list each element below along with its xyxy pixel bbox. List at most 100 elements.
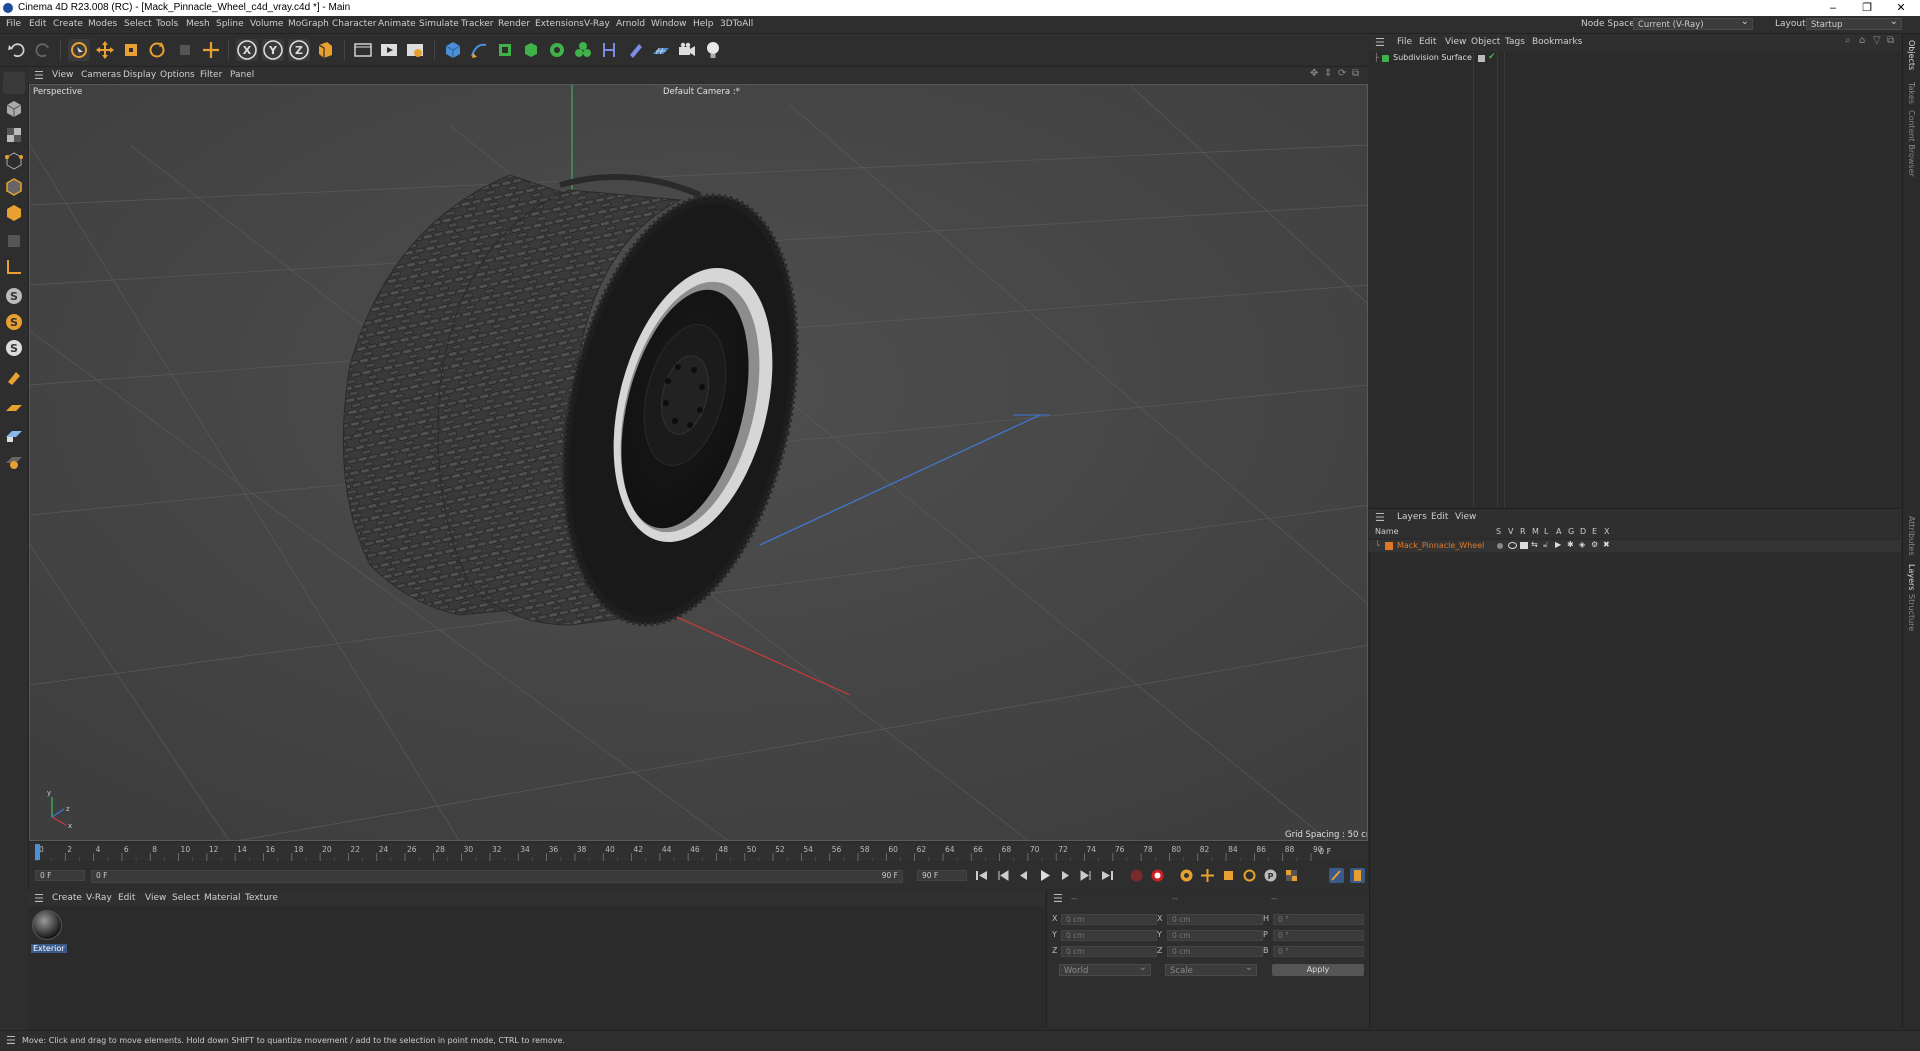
current-frame-field[interactable]: 0 F [1319, 847, 1331, 856]
axis-x-lock[interactable]: X [236, 39, 258, 61]
menu-select[interactable]: Select [124, 19, 152, 29]
layers-menu-layers[interactable]: Layers [1397, 512, 1427, 522]
axis-mode-icon[interactable] [3, 256, 25, 278]
tab-takes[interactable]: Takes [1907, 82, 1916, 104]
viewport-hamburger-icon[interactable]: ☰ [34, 69, 44, 82]
viewport-zoom-icon[interactable]: ⇕ [1324, 68, 1332, 79]
array-icon[interactable] [520, 39, 542, 61]
layers-hamburger-icon[interactable]: ☰ [1375, 511, 1385, 524]
material-menu-texture[interactable]: Texture [245, 893, 278, 903]
menu-tools[interactable]: Tools [156, 19, 178, 29]
frame-range-slider[interactable]: 0 F 90 F [91, 870, 903, 883]
polygons-mode-icon[interactable] [3, 202, 25, 224]
menu-character[interactable]: Character [332, 19, 376, 29]
start-frame-field[interactable]: 0 F [35, 870, 85, 881]
layer-generators-icon[interactable]: ✱ [1567, 540, 1574, 549]
redo-icon[interactable] [32, 39, 54, 61]
menu-extensions[interactable]: Extensions [535, 19, 584, 29]
viewport-menu-filter[interactable]: Filter [200, 70, 222, 80]
render-settings-icon[interactable] [404, 39, 426, 61]
cloner-icon[interactable] [572, 39, 594, 61]
material-swatch-exterior[interactable] [32, 910, 62, 940]
uv-mode-icon[interactable] [3, 230, 25, 252]
menu-tracker[interactable]: Tracker [461, 19, 493, 29]
size-mode-dropdown[interactable]: Scale [1165, 962, 1257, 976]
cube-primitive-icon[interactable] [442, 39, 464, 61]
key-scale-icon[interactable] [1221, 868, 1236, 883]
size-x-field[interactable]: 0 cm [1167, 914, 1263, 925]
autokey-icon[interactable] [1150, 868, 1165, 883]
viewport-menu-options[interactable]: Options [160, 70, 195, 80]
axis-y-lock[interactable]: Y [262, 39, 284, 61]
snap-settings-icon[interactable]: S [3, 311, 25, 333]
create-null-icon[interactable] [200, 39, 222, 61]
rot-b-field[interactable]: 0 ° [1273, 946, 1364, 957]
size-z-field[interactable]: 0 cm [1167, 946, 1263, 957]
viewport-rotate-icon[interactable]: ⟳ [1338, 68, 1346, 79]
rot-h-field[interactable]: 0 ° [1273, 914, 1364, 925]
tab-attributes[interactable]: Attributes [1907, 516, 1916, 556]
model-mode-icon[interactable] [3, 98, 25, 120]
light-object-icon[interactable] [702, 39, 724, 61]
rot-p-field[interactable]: 0 ° [1273, 930, 1364, 941]
material-menu-material[interactable]: Material [204, 893, 241, 903]
floor-object-icon[interactable] [650, 39, 672, 61]
object-home-icon[interactable]: ⌂ [1859, 35, 1865, 46]
object-menu-object[interactable]: Object [1471, 37, 1500, 47]
object-menu-view[interactable]: View [1445, 37, 1466, 47]
layer-deformers-icon[interactable]: ◈ [1579, 540, 1585, 549]
timeline-ruler[interactable]: 0 2 4 6 8 10 12 14 16 18 20 22 24 26 28 30 32 34 36 38 40 42 4… [29, 843, 1368, 861]
menu-mograph[interactable]: MoGraph [288, 19, 329, 29]
layer-color-swatch[interactable] [1385, 542, 1393, 550]
next-key-icon[interactable] [1079, 868, 1094, 883]
key-rotation-icon[interactable] [1242, 868, 1257, 883]
pos-x-field[interactable]: 0 cm [1061, 914, 1157, 925]
recent-tool-icon[interactable] [174, 39, 196, 61]
render-view-icon[interactable] [378, 39, 400, 61]
locked-workplane-icon[interactable] [3, 423, 25, 445]
material-menu-select[interactable]: Select [172, 893, 200, 903]
previous-frame-icon[interactable] [1016, 868, 1031, 883]
object-menu-bookmarks[interactable]: Bookmarks [1532, 37, 1582, 47]
record-keys-icon[interactable] [1129, 868, 1144, 883]
layer-animation-icon[interactable]: ▶ [1555, 540, 1561, 549]
layer-expressions-icon[interactable]: ⚙ [1591, 540, 1598, 549]
undo-icon[interactable] [6, 39, 28, 61]
layers-menu-view[interactable]: View [1455, 512, 1476, 522]
pos-y-field[interactable]: 0 cm [1061, 930, 1157, 941]
menu-mesh[interactable]: Mesh [186, 19, 210, 29]
tab-content-browser[interactable]: Content Browser [1907, 110, 1916, 177]
viewport-menu-panel[interactable]: Panel [230, 70, 254, 80]
key-selection-icon[interactable] [1179, 868, 1194, 883]
layer-render-icon[interactable] [1520, 542, 1528, 549]
object-filter-icon[interactable]: ▽ [1873, 35, 1881, 46]
material-hamburger-icon[interactable]: ☰ [34, 892, 44, 905]
size-y-field[interactable]: 0 cm [1167, 930, 1263, 941]
layers-menu-edit[interactable]: Edit [1431, 512, 1448, 522]
viewport-menu-display[interactable]: Display [123, 70, 156, 80]
timeline-motion-icon[interactable] [1329, 868, 1344, 883]
layout-dropdown[interactable]: Startup [1806, 16, 1902, 30]
pos-z-field[interactable]: 0 cm [1061, 946, 1157, 957]
layer-name[interactable]: Mack_Pinnacle_Wheel [1397, 541, 1484, 550]
enabled-check-icon[interactable]: ✔ [1488, 52, 1496, 62]
menu-animate[interactable]: Animate [378, 19, 416, 29]
restore-button[interactable]: ❐ [1852, 0, 1882, 16]
coord-system-dropdown[interactable]: World [1059, 962, 1151, 976]
object-row-subdivision-surface[interactable]: ├ Subdivision Surface ✔ [1370, 52, 1902, 64]
material-menu-edit[interactable]: Edit [118, 893, 135, 903]
material-name-exterior[interactable]: Exterior [31, 944, 67, 953]
key-parameter-icon[interactable]: P [1263, 868, 1278, 883]
camera-object-icon[interactable] [676, 39, 698, 61]
end-frame-field[interactable]: 90 F [917, 870, 967, 881]
object-menu-file[interactable]: File [1397, 37, 1412, 47]
menu-create[interactable]: Create [53, 19, 83, 29]
layer-row[interactable]: └ Mack_Pinnacle_Wheel ⇆ 🔓︎ ▶ ✱ ◈ ⚙ ✖ [1369, 540, 1901, 552]
scene-object-icon[interactable] [624, 39, 646, 61]
layer-lock-icon[interactable]: 🔓︎ [1543, 540, 1548, 550]
go-to-start-icon[interactable] [974, 868, 989, 883]
material-menu-create[interactable]: Create [52, 893, 82, 903]
menu-help[interactable]: Help [693, 19, 714, 29]
menu-vray[interactable]: V-Ray [584, 19, 610, 29]
deformer-icon[interactable] [546, 39, 568, 61]
